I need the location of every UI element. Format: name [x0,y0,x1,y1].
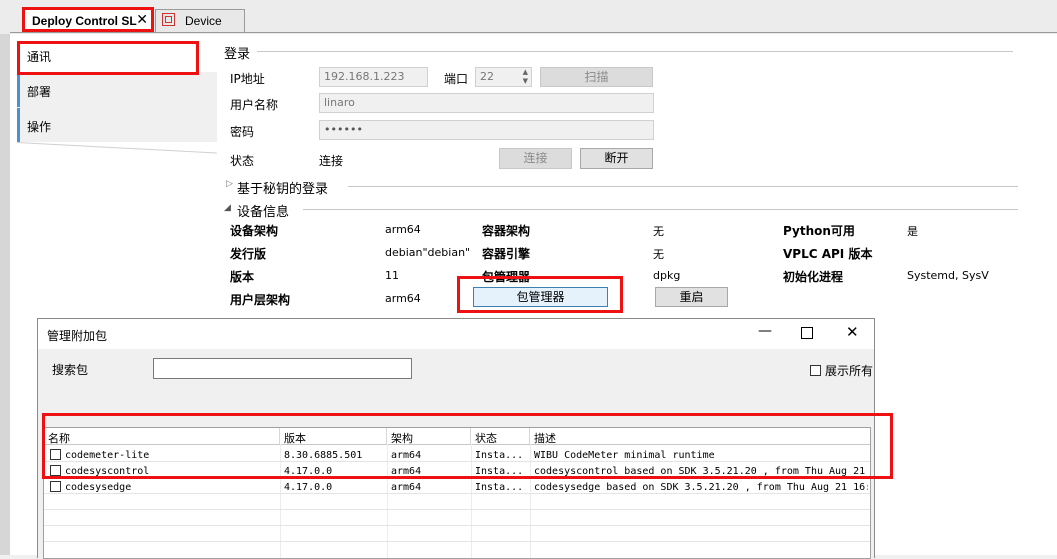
container-engine-label: 容器引擎 [482,247,531,261]
version-label: 版本 [230,270,255,284]
distro-value: debian"debian" [385,246,471,259]
password-input[interactable]: •••••• [319,120,654,140]
ip-input[interactable]: 192.168.1.223 [319,67,428,87]
tab-strip: Deploy Control SL ✕ Device [0,0,1057,34]
username-input[interactable]: linaro [319,93,654,113]
pkg-mgr-value: dpkg [653,269,681,282]
divider [257,51,1013,52]
disconnect-button[interactable]: 断开 [580,148,653,169]
package-description: codesysedge based on SDK 3.5.21.20 , fro… [534,482,868,493]
sidebar-item-operation[interactable]: 操作 [17,108,217,142]
container-arch-value: 无 [653,225,664,238]
sidebar-item-label: 部署 [27,85,52,99]
login-section-title: 登录 [224,47,251,62]
port-value: 22 [480,70,494,83]
container-arch-label: 容器架构 [482,224,531,238]
arch-value: arm64 [385,223,421,236]
userland-label: 用户层架构 [230,293,291,307]
password-label: 密码 [230,125,255,139]
sidebar-item-deploy[interactable]: 部署 [17,73,217,107]
vplc-label: VPLC API 版本 [783,247,873,261]
device-info-title[interactable]: 设备信息 [237,201,289,220]
distro-label: 发行版 [230,247,267,261]
highlight-tab [22,7,154,32]
package-name: codesysedge [65,482,132,493]
scan-button[interactable]: 扫描 [540,67,653,87]
collapse-arrow-icon[interactable]: ◢ [224,203,231,213]
row-checkbox[interactable] [50,481,61,492]
init-label: 初始化进程 [783,270,844,284]
divider [303,209,1018,210]
show-all-label: 展示所有 [825,364,874,378]
userland-value: arm64 [385,292,421,305]
dialog-title: 管理附加包 [47,329,108,343]
highlight-rows [42,413,893,479]
device-icon [162,13,175,26]
key-login-title[interactable]: 基于秘钥的登录 [237,178,328,197]
arch-label: 设备架构 [230,224,279,238]
sidebar-item-label: 操作 [27,120,52,134]
divider [348,186,1018,187]
ip-label: IP地址 [230,72,265,86]
search-input[interactable] [153,358,412,379]
search-label: 搜索包 [52,363,89,377]
restart-button[interactable]: 重启 [655,287,728,307]
show-all-checkbox[interactable] [810,365,821,376]
package-arch: arm64 [391,482,422,493]
package-version: 4.17.0.0 [284,482,333,493]
status-value: 连接 [319,154,344,168]
version-value: 11 [385,269,399,282]
python-label: Python可用 [783,224,855,238]
port-label: 端口 [444,72,469,86]
stepper-arrows-icon[interactable]: ▲ ▼ [523,68,528,86]
minimize-icon[interactable]: — [758,323,772,339]
status-label: 状态 [230,154,255,168]
expand-arrow-icon[interactable]: ▷ [226,179,233,189]
package-status: Insta... [475,482,524,493]
container-engine-value: 无 [653,248,664,261]
connect-button[interactable]: 连接 [499,148,572,169]
dialog-titlebar: 管理附加包 — ✕ [38,319,874,349]
python-value: 是 [907,225,918,238]
close-icon[interactable]: ✕ [846,323,859,341]
init-value: Systemd, SysV [907,269,989,282]
username-label: 用户名称 [230,98,279,112]
maximize-icon[interactable] [801,327,813,339]
tab-device[interactable]: Device [155,9,245,32]
highlight-pkg-button [457,276,623,313]
port-stepper[interactable]: 22 ▲ ▼ [475,67,532,87]
tab-device-label: Device [185,14,222,28]
highlight-nav [17,41,199,75]
